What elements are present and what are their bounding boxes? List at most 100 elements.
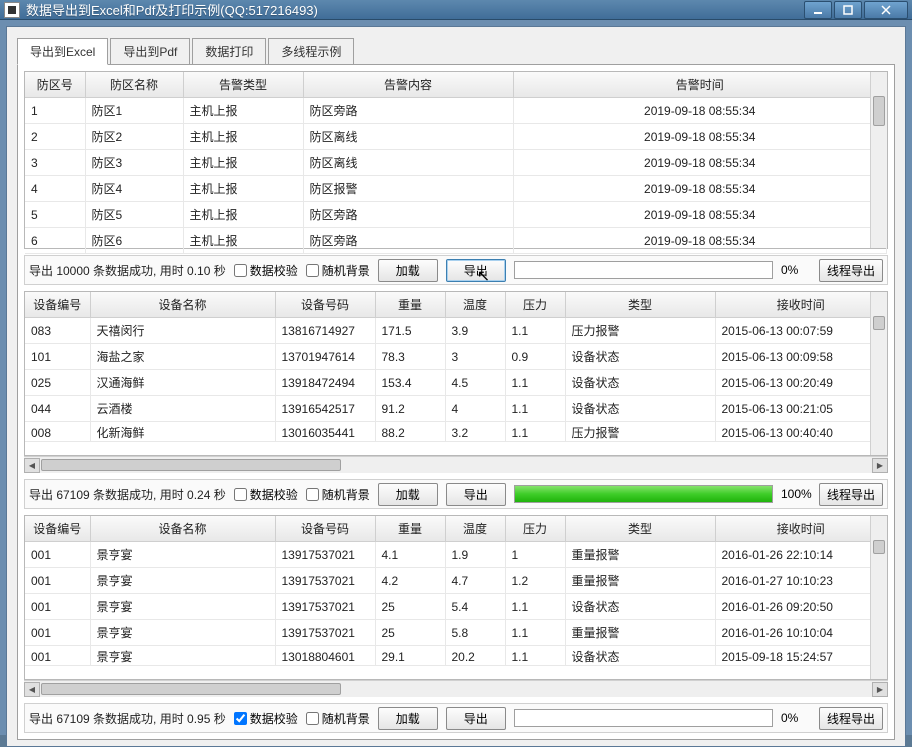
- table2-h6[interactable]: 类型: [565, 292, 715, 318]
- table3-h3[interactable]: 重量: [375, 516, 445, 542]
- table1-wrap: 防区号 防区名称 告警类型 告警内容 告警时间 1防区1主机上报防区旁路2019…: [24, 71, 888, 249]
- table-cell: 2015-06-13 00:09:58: [715, 344, 887, 370]
- client-area: 导出到Excel 导出到Pdf 数据打印 多线程示例 防区号 防区名称 告警类型…: [6, 26, 906, 747]
- table-row[interactable]: 008化新海鲜1301603544188.23.21.1压力报警2015-06-…: [25, 422, 887, 442]
- table-cell: 主机上报: [183, 202, 303, 228]
- table-cell: 1.2: [505, 568, 565, 594]
- toolbar3-thread-button[interactable]: 线程导出: [819, 707, 883, 730]
- toolbar2-check1[interactable]: 数据校验: [234, 486, 298, 503]
- table-row[interactable]: 6防区6主机上报防区旁路2019-09-18 08:55:34: [25, 228, 887, 254]
- toolbar2-load-button[interactable]: 加载: [378, 483, 438, 506]
- tab-thread-demo[interactable]: 多线程示例: [268, 38, 354, 65]
- table2-h7[interactable]: 接收时间: [715, 292, 887, 318]
- toolbar1-check2[interactable]: 随机背景: [306, 262, 370, 279]
- table-cell: 2019-09-18 08:55:34: [513, 150, 887, 176]
- table2-h4[interactable]: 温度: [445, 292, 505, 318]
- table-row[interactable]: 101海盐之家1370194761478.330.9设备状态2015-06-13…: [25, 344, 887, 370]
- table3-h2[interactable]: 设备号码: [275, 516, 375, 542]
- maximize-button[interactable]: [834, 1, 862, 19]
- toolbar2-check2[interactable]: 随机背景: [306, 486, 370, 503]
- tab-export-pdf[interactable]: 导出到Pdf: [110, 38, 190, 65]
- table3-h0[interactable]: 设备编号: [25, 516, 90, 542]
- table-row[interactable]: 044云酒楼1391654251791.241.1设备状态2015-06-13 …: [25, 396, 887, 422]
- table2[interactable]: 设备编号 设备名称 设备号码 重量 温度 压力 类型 接收时间 083天禧闵行1…: [25, 292, 887, 442]
- table-cell: 天禧闵行: [90, 318, 275, 344]
- table-cell: 1.9: [445, 542, 505, 568]
- table-cell: 5.4: [445, 594, 505, 620]
- minimize-button[interactable]: [804, 1, 832, 19]
- table3-h5[interactable]: 压力: [505, 516, 565, 542]
- table-row[interactable]: 001景亨宴1301880460129.120.21.1设备状态2015-09-…: [25, 646, 887, 666]
- table-cell: 景亨宴: [90, 646, 275, 666]
- table-cell: 防区6: [85, 228, 183, 254]
- table2-vscroll[interactable]: [870, 292, 887, 455]
- table-row[interactable]: 4防区4主机上报防区报警2019-09-18 08:55:34: [25, 176, 887, 202]
- table-row[interactable]: 083天禧闵行13816714927171.53.91.1压力报警2015-06…: [25, 318, 887, 344]
- table-cell: 2019-09-18 08:55:34: [513, 176, 887, 202]
- table-cell: 2019-09-18 08:55:34: [513, 202, 887, 228]
- table-row[interactable]: 1防区1主机上报防区旁路2019-09-18 08:55:34: [25, 98, 887, 124]
- tab-export-excel[interactable]: 导出到Excel: [17, 38, 108, 65]
- table2-h3[interactable]: 重量: [375, 292, 445, 318]
- table1-h4[interactable]: 告警时间: [513, 72, 887, 98]
- table2-h0[interactable]: 设备编号: [25, 292, 90, 318]
- tab-print[interactable]: 数据打印: [192, 38, 266, 65]
- table-cell: 化新海鲜: [90, 422, 275, 442]
- table-row[interactable]: 025汉通海鲜13918472494153.44.51.1设备状态2015-06…: [25, 370, 887, 396]
- table-row[interactable]: 3防区3主机上报防区离线2019-09-18 08:55:34: [25, 150, 887, 176]
- table3-vscroll[interactable]: [870, 516, 887, 679]
- table3-h1[interactable]: 设备名称: [90, 516, 275, 542]
- table-row[interactable]: 001景亨宴139175370214.11.91重量报警2016-01-26 2…: [25, 542, 887, 568]
- table1-h2[interactable]: 告警类型: [183, 72, 303, 98]
- toolbar2-export-button[interactable]: 导出: [446, 483, 506, 506]
- table2-hscroll[interactable]: ◀ ▶: [24, 456, 888, 473]
- table2-h2[interactable]: 设备号码: [275, 292, 375, 318]
- toolbar3-export-button[interactable]: 导出: [446, 707, 506, 730]
- table3[interactable]: 设备编号 设备名称 设备号码 重量 温度 压力 类型 接收时间 001景亨宴13…: [25, 516, 887, 666]
- table-row[interactable]: 001景亨宴13917537021255.81.1重量报警2016-01-26 …: [25, 620, 887, 646]
- table-cell: 13018804601: [275, 646, 375, 666]
- toolbar1-export-button[interactable]: 导出↖: [446, 259, 506, 282]
- toolbar3-check2[interactable]: 随机背景: [306, 710, 370, 727]
- table-cell: 91.2: [375, 396, 445, 422]
- toolbar3-load-button[interactable]: 加载: [378, 707, 438, 730]
- table-cell: 设备状态: [565, 594, 715, 620]
- table-row[interactable]: 5防区5主机上报防区旁路2019-09-18 08:55:34: [25, 202, 887, 228]
- close-button[interactable]: [864, 1, 908, 19]
- toolbar1-check1[interactable]: 数据校验: [234, 262, 298, 279]
- table3-h4[interactable]: 温度: [445, 516, 505, 542]
- table1-h3[interactable]: 告警内容: [303, 72, 513, 98]
- table1[interactable]: 防区号 防区名称 告警类型 告警内容 告警时间 1防区1主机上报防区旁路2019…: [25, 72, 887, 254]
- toolbar2-thread-button[interactable]: 线程导出: [819, 483, 883, 506]
- hscroll-right-icon[interactable]: ▶: [872, 458, 888, 473]
- table2-h1[interactable]: 设备名称: [90, 292, 275, 318]
- table1-h0[interactable]: 防区号: [25, 72, 85, 98]
- table-cell: 景亨宴: [90, 542, 275, 568]
- table-cell: 汉通海鲜: [90, 370, 275, 396]
- table3-h6[interactable]: 类型: [565, 516, 715, 542]
- hscroll-left-icon[interactable]: ◀: [24, 458, 40, 473]
- toolbar1-load-button[interactable]: 加载: [378, 259, 438, 282]
- hscroll-left-icon[interactable]: ◀: [24, 682, 40, 697]
- table-row[interactable]: 001景亨宴13917537021255.41.1设备状态2016-01-26 …: [25, 594, 887, 620]
- titlebar[interactable]: 数据导出到Excel和Pdf及打印示例(QQ:517216493): [0, 0, 912, 20]
- toolbar1-status: 导出 10000 条数据成功, 用时 0.10 秒: [29, 262, 226, 279]
- table-cell: 13701947614: [275, 344, 375, 370]
- toolbar3-check1[interactable]: 数据校验: [234, 710, 298, 727]
- tabbar: 导出到Excel 导出到Pdf 数据打印 多线程示例: [17, 38, 895, 65]
- table-row[interactable]: 001景亨宴139175370214.24.71.2重量报警2016-01-27…: [25, 568, 887, 594]
- table3-h7[interactable]: 接收时间: [715, 516, 887, 542]
- table3-hscroll[interactable]: ◀ ▶: [24, 680, 888, 697]
- table-cell: 1.1: [505, 620, 565, 646]
- table2-h5[interactable]: 压力: [505, 292, 565, 318]
- table-cell: 2016-01-27 10:10:23: [715, 568, 887, 594]
- toolbar1-thread-button[interactable]: 线程导出: [819, 259, 883, 282]
- table-cell: 1: [505, 542, 565, 568]
- hscroll-right-icon[interactable]: ▶: [872, 682, 888, 697]
- table-cell: 001: [25, 646, 90, 666]
- table1-vscroll[interactable]: [870, 72, 887, 248]
- table1-h1[interactable]: 防区名称: [85, 72, 183, 98]
- table-row[interactable]: 2防区2主机上报防区离线2019-09-18 08:55:34: [25, 124, 887, 150]
- table-cell: 044: [25, 396, 90, 422]
- table-cell: 13917537021: [275, 594, 375, 620]
